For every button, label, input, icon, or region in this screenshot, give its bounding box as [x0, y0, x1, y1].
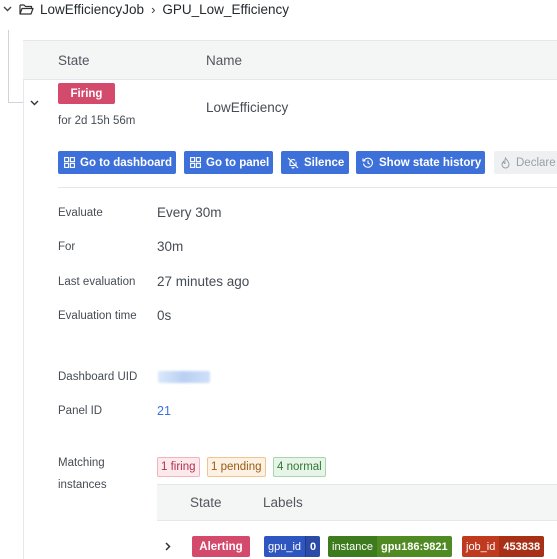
- breadcrumb-group[interactable]: GPU_Low_Efficiency: [162, 2, 289, 17]
- tree-connector: [8, 30, 9, 103]
- apps-icon: [64, 157, 75, 168]
- column-header-labels: Labels: [263, 495, 303, 510]
- button-label: Declare: [516, 156, 556, 169]
- column-header-state: State: [190, 495, 222, 510]
- detail-label-evaluation-time: Evaluation time: [58, 310, 137, 322]
- column-header-name: Name: [206, 53, 243, 68]
- rule-name: LowEfficiency: [206, 100, 289, 115]
- label-tag: gpu_id 0: [264, 536, 321, 557]
- detail-value-evaluation-time: 0s: [157, 308, 172, 323]
- normal-count-badge[interactable]: 4 normal: [273, 457, 326, 477]
- column-header-state: State: [58, 53, 90, 68]
- divider: [58, 187, 557, 188]
- detail-value-last-evaluation: 27 minutes ago: [157, 274, 250, 289]
- breadcrumb: LowEfficiencyJob › GPU_Low_Efficiency: [0, 0, 289, 18]
- bell-slash-icon: [287, 157, 299, 169]
- detail-value-for: 30m: [157, 239, 184, 254]
- detail-label-last-evaluation: Last evaluation: [58, 276, 136, 288]
- folder-open-icon: [19, 3, 34, 16]
- instances-table-header: State Labels: [157, 484, 557, 521]
- label-tag: job_id 453838: [462, 536, 545, 557]
- button-label: Go to dashboard: [80, 156, 172, 169]
- label-value: 453838: [499, 536, 545, 557]
- pending-count-badge[interactable]: 1 pending: [207, 457, 266, 477]
- label-key: instance: [328, 536, 377, 557]
- button-label: Silence: [304, 156, 345, 169]
- matching-instances-label: Matching instances: [58, 452, 148, 496]
- detail-label-for: For: [58, 241, 76, 253]
- firing-count-badge[interactable]: 1 firing: [157, 457, 200, 477]
- state-badge-firing: Firing: [58, 83, 115, 104]
- chevron-right-icon[interactable]: [165, 540, 171, 554]
- tree-connector: [8, 102, 23, 103]
- detail-label-panel-id: Panel ID: [58, 405, 103, 417]
- detail-label-dashboard-uid: Dashboard UID: [58, 371, 138, 383]
- apps-icon: [190, 157, 201, 168]
- go-to-dashboard-button[interactable]: Go to dashboard: [58, 151, 176, 174]
- chevron-down-icon[interactable]: [1, 6, 13, 12]
- history-icon: [362, 157, 373, 168]
- breadcrumb-folder[interactable]: LowEfficiencyJob: [40, 2, 144, 17]
- label-value: 0: [305, 536, 321, 557]
- label-key: job_id: [462, 536, 500, 557]
- label-value: gpu186:9821: [376, 536, 452, 557]
- silence-button[interactable]: Silence: [281, 151, 349, 174]
- rules-table-header: State Name: [23, 40, 557, 80]
- button-label: Show state history: [379, 156, 482, 169]
- matching-label-line2: instances: [58, 479, 107, 491]
- declare-incident-button[interactable]: Declare: [494, 151, 557, 174]
- instance-state-badge: Alerting: [192, 536, 250, 557]
- go-to-panel-button[interactable]: Go to panel: [184, 151, 273, 174]
- show-state-history-button[interactable]: Show state history: [356, 151, 485, 174]
- state-duration: for 2d 15h 56m: [58, 115, 136, 127]
- panel-id-link[interactable]: 21: [157, 404, 171, 418]
- chevron-down-icon[interactable]: [30, 98, 39, 109]
- breadcrumb-separator: ›: [151, 1, 156, 17]
- label-key: gpu_id: [264, 536, 306, 557]
- dashboard-uid-redacted: [158, 371, 210, 383]
- label-tag: instance gpu186:9821: [328, 536, 452, 557]
- detail-value-evaluate: Every 30m: [157, 205, 222, 220]
- detail-label-evaluate: Evaluate: [58, 207, 103, 219]
- fire-icon: [501, 156, 510, 168]
- button-label: Go to panel: [206, 156, 270, 169]
- matching-label-line1: Matching: [58, 457, 105, 469]
